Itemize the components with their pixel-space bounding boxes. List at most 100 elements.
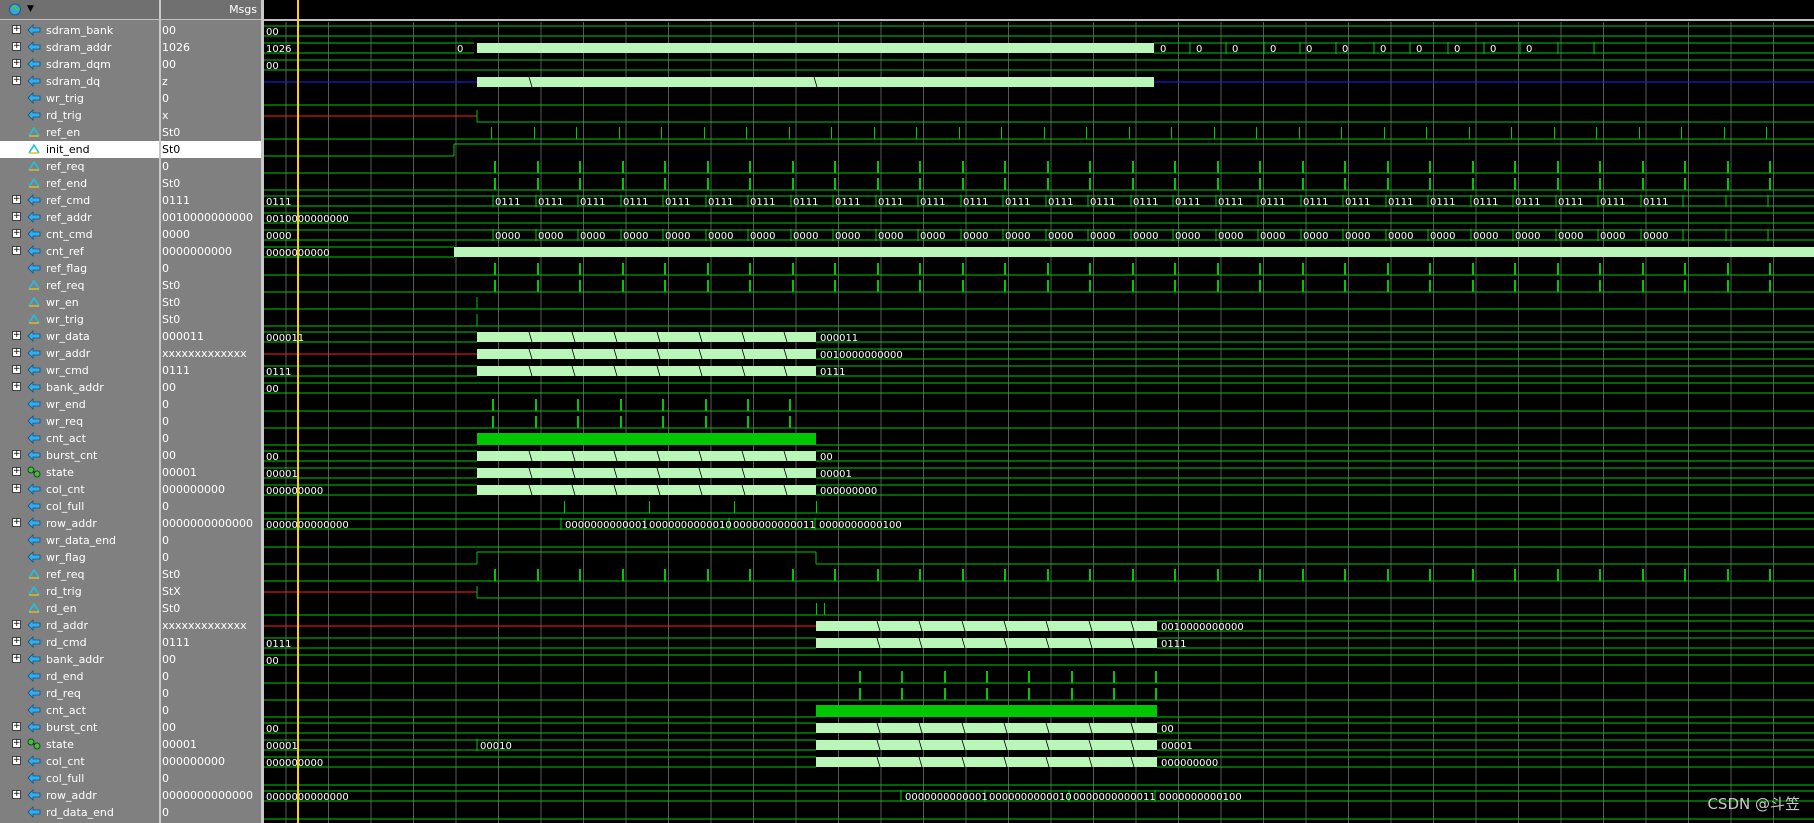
signal-value-cnt-ref[interactable]: 0000000000 bbox=[161, 243, 261, 260]
expand-plus-icon[interactable]: + bbox=[12, 654, 21, 663]
expand-plus-icon[interactable]: + bbox=[12, 229, 21, 238]
signal-value-col-cnt[interactable]: 000000000 bbox=[161, 481, 261, 498]
signal-row-ref-req[interactable]: ref_req bbox=[0, 158, 159, 175]
expand-plus-icon[interactable]: + bbox=[12, 42, 21, 51]
signal-row-col-full[interactable]: col_full bbox=[0, 498, 159, 515]
signal-value-rd-en[interactable]: St0 bbox=[161, 600, 261, 617]
signal-row-rd-trig[interactable]: rd_trig bbox=[0, 583, 159, 600]
signal-row-cnt-cmd[interactable]: + cnt_cmd bbox=[0, 226, 159, 243]
signal-row-wr-cmd[interactable]: + wr_cmd bbox=[0, 362, 159, 379]
expand-plus-icon[interactable]: + bbox=[12, 739, 21, 748]
signal-value-wr-end[interactable]: 0 bbox=[161, 396, 261, 413]
signal-row-rd-req[interactable]: rd_req bbox=[0, 685, 159, 702]
signal-value-wr-data-end[interactable]: 0 bbox=[161, 532, 261, 549]
signal-row-col-cnt[interactable]: + col_cnt bbox=[0, 481, 159, 498]
expand-plus-icon[interactable]: + bbox=[12, 331, 21, 340]
signal-value-wr-req[interactable]: 0 bbox=[161, 413, 261, 430]
signal-value-wr-data[interactable]: 000011 bbox=[161, 328, 261, 345]
expand-plus-icon[interactable]: + bbox=[12, 382, 21, 391]
expand-plus-icon[interactable]: + bbox=[12, 246, 21, 255]
signal-value-col-full[interactable]: 0 bbox=[161, 498, 261, 515]
signal-row-state[interactable]: + state bbox=[0, 464, 159, 481]
signal-value-bank-addr[interactable]: 00 bbox=[161, 651, 261, 668]
expand-plus-icon[interactable]: + bbox=[12, 722, 21, 731]
signal-value-rd-trig[interactable]: StX bbox=[161, 583, 261, 600]
signal-value-rd-addr[interactable]: xxxxxxxxxxxxx bbox=[161, 617, 261, 634]
expand-plus-icon[interactable]: + bbox=[12, 195, 21, 204]
signal-value-cnt-cmd[interactable]: 0000 bbox=[161, 226, 261, 243]
signal-row-sdram-addr[interactable]: + sdram_addr bbox=[0, 39, 159, 56]
signal-row-bank-addr[interactable]: + bank_addr bbox=[0, 379, 159, 396]
signal-row-ref-req[interactable]: ref_req bbox=[0, 277, 159, 294]
signal-row-rd-end[interactable]: rd_end bbox=[0, 668, 159, 685]
signal-value-init-end[interactable]: St0 bbox=[161, 141, 261, 158]
signal-value-wr-trig[interactable]: 0 bbox=[161, 90, 261, 107]
signal-row-burst-cnt[interactable]: + burst_cnt bbox=[0, 719, 159, 736]
signal-value-wr-trig[interactable]: St0 bbox=[161, 311, 261, 328]
signal-value-wr-cmd[interactable]: 0111 bbox=[161, 362, 261, 379]
signal-row-ref-end[interactable]: ref_end bbox=[0, 175, 159, 192]
signal-value-ref-flag[interactable]: 0 bbox=[161, 260, 261, 277]
expand-plus-icon[interactable]: + bbox=[12, 59, 21, 68]
signal-value-ref-en[interactable]: St0 bbox=[161, 124, 261, 141]
signal-row-ref-req[interactable]: ref_req bbox=[0, 566, 159, 583]
signal-value-sdram-addr[interactable]: 1026 bbox=[161, 39, 261, 56]
signal-value-rd-trig[interactable]: x bbox=[161, 107, 261, 124]
expand-plus-icon[interactable]: + bbox=[12, 518, 21, 527]
signal-row-wr-flag[interactable]: wr_flag bbox=[0, 549, 159, 566]
signal-value-cnt-act[interactable]: 0 bbox=[161, 702, 261, 719]
expand-plus-icon[interactable]: + bbox=[12, 25, 21, 34]
expand-plus-icon[interactable]: + bbox=[12, 348, 21, 357]
signal-row-col-cnt[interactable]: + col_cnt bbox=[0, 753, 159, 770]
signal-value-sdram-dqm[interactable]: 00 bbox=[161, 56, 261, 73]
expand-plus-icon[interactable]: + bbox=[12, 467, 21, 476]
signal-row-wr-trig[interactable]: wr_trig bbox=[0, 311, 159, 328]
signal-value-wr-addr[interactable]: xxxxxxxxxxxxx bbox=[161, 345, 261, 362]
signal-value-row-addr[interactable]: 0000000000000 bbox=[161, 787, 261, 804]
signal-row-ref-addr[interactable]: + ref_addr bbox=[0, 209, 159, 226]
signal-row-cnt-act[interactable]: cnt_act bbox=[0, 430, 159, 447]
signal-value-rd-end[interactable]: 0 bbox=[161, 668, 261, 685]
signal-row-state[interactable]: + state bbox=[0, 736, 159, 753]
signal-row-ref-flag[interactable]: ref_flag bbox=[0, 260, 159, 277]
signal-value-ref-end[interactable]: St0 bbox=[161, 175, 261, 192]
signal-row-rd-trig[interactable]: rd_trig bbox=[0, 107, 159, 124]
signal-row-sdram-bank[interactable]: + sdram_bank bbox=[0, 22, 159, 39]
signal-value-burst-cnt[interactable]: 00 bbox=[161, 447, 261, 464]
signal-row-rd-cmd[interactable]: + rd_cmd bbox=[0, 634, 159, 651]
signal-row-init-end[interactable]: init_end bbox=[0, 141, 159, 158]
signal-row-ref-en[interactable]: ref_en bbox=[0, 124, 159, 141]
signal-row-rd-en[interactable]: rd_en bbox=[0, 600, 159, 617]
waveform-canvas[interactable]: 001026 0 0 0 0 0 0 0 0 0 0 0 0000111 0111 0111 0111 0111… bbox=[264, 0, 1814, 823]
signal-row-wr-addr[interactable]: + wr_addr bbox=[0, 345, 159, 362]
signal-value-rd-req[interactable]: 0 bbox=[161, 685, 261, 702]
expand-plus-icon[interactable]: + bbox=[12, 484, 21, 493]
signal-row-wr-data-end[interactable]: wr_data_end bbox=[0, 532, 159, 549]
signal-row-row-addr[interactable]: + row_addr bbox=[0, 787, 159, 804]
expand-plus-icon[interactable]: + bbox=[12, 212, 21, 221]
signal-row-wr-en[interactable]: wr_en bbox=[0, 294, 159, 311]
signal-row-wr-req[interactable]: wr_req bbox=[0, 413, 159, 430]
signal-row-row-addr[interactable]: + row_addr bbox=[0, 515, 159, 532]
signal-value-row-addr[interactable]: 0000000000000 bbox=[161, 515, 261, 532]
expand-plus-icon[interactable]: + bbox=[12, 450, 21, 459]
signal-value-state[interactable]: 00001 bbox=[161, 736, 261, 753]
signal-value-rd-cmd[interactable]: 0111 bbox=[161, 634, 261, 651]
signal-value-burst-cnt[interactable]: 00 bbox=[161, 719, 261, 736]
signal-row-wr-trig[interactable]: wr_trig bbox=[0, 90, 159, 107]
signal-row-rd-data-end[interactable]: rd_data_end bbox=[0, 804, 159, 821]
signal-row-ref-cmd[interactable]: + ref_cmd bbox=[0, 192, 159, 209]
signal-row-sdram-dq[interactable]: + sdram_dq bbox=[0, 73, 159, 90]
expand-plus-icon[interactable]: + bbox=[12, 756, 21, 765]
signal-value-wr-flag[interactable]: 0 bbox=[161, 549, 261, 566]
signal-row-wr-end[interactable]: wr_end bbox=[0, 396, 159, 413]
expand-plus-icon[interactable]: + bbox=[12, 620, 21, 629]
signal-row-cnt-act[interactable]: cnt_act bbox=[0, 702, 159, 719]
expand-plus-icon[interactable]: + bbox=[12, 76, 21, 85]
expand-plus-icon[interactable]: + bbox=[12, 637, 21, 646]
signal-value-ref-req[interactable]: 0 bbox=[161, 158, 261, 175]
signal-value-wr-en[interactable]: St0 bbox=[161, 294, 261, 311]
signal-value-ref-addr[interactable]: 0010000000000 bbox=[161, 209, 261, 226]
chevron-down-icon[interactable]: ▼ bbox=[27, 4, 34, 14]
signal-value-sdram-bank[interactable]: 00 bbox=[161, 22, 261, 39]
